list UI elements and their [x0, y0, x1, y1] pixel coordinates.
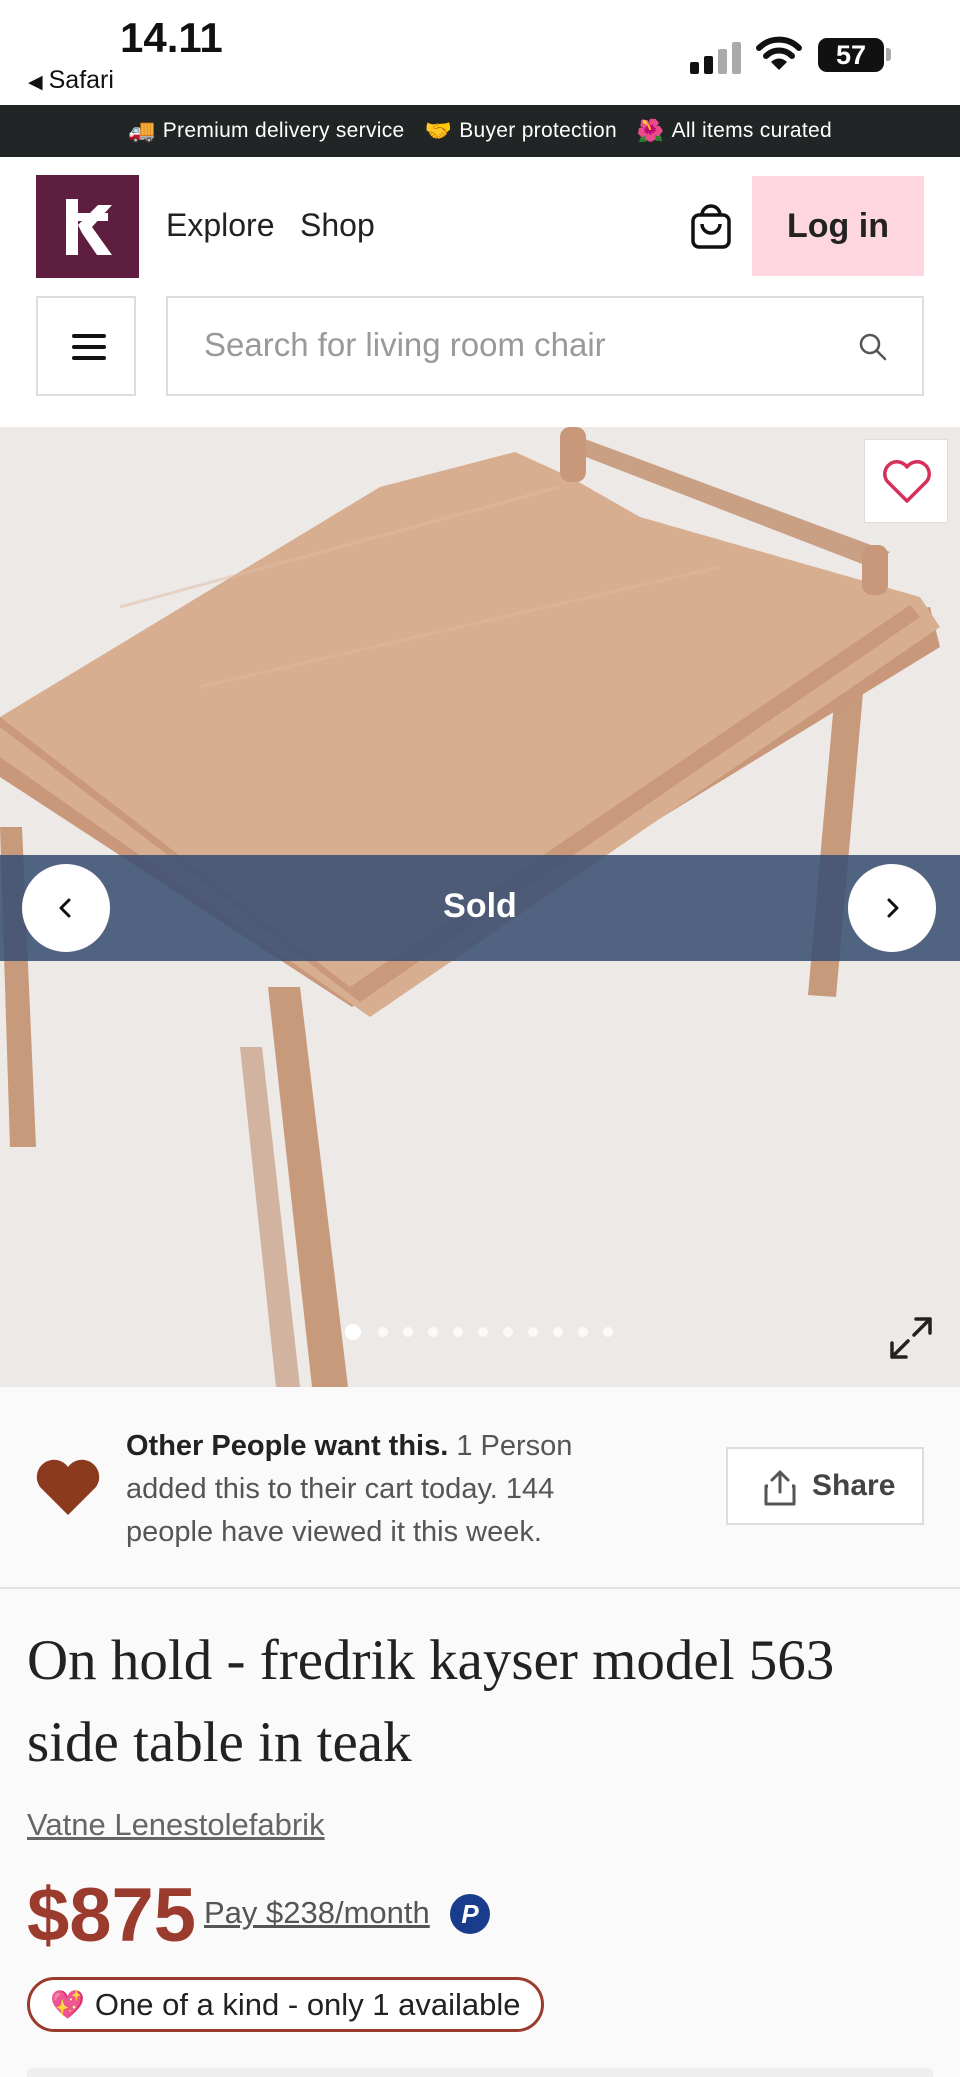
pagination-dot[interactable] — [428, 1327, 438, 1337]
search-placeholder: Search for living room chair — [204, 326, 606, 363]
brand-logo[interactable] — [36, 175, 139, 278]
promo-label: Premium delivery service — [162, 119, 405, 142]
social-proof-headline: Other People want this. — [126, 1430, 449, 1462]
logo-k-icon — [66, 199, 112, 255]
promo-label: Buyer protection — [459, 119, 617, 142]
pagination-dot[interactable] — [403, 1327, 413, 1337]
shopping-bag-icon[interactable] — [688, 201, 734, 251]
product-gallery[interactable]: Sold — [0, 427, 960, 1387]
share-icon — [764, 1470, 796, 1506]
flower-icon: 🌺 — [636, 118, 665, 143]
chevron-right-icon — [887, 898, 899, 918]
pagination-dot[interactable] — [528, 1327, 538, 1337]
product-title: On hold - fredrik kayser model 563 side … — [27, 1629, 835, 1774]
back-triangle-icon: ◀ — [28, 72, 43, 93]
promo-item-protection: 🤝 Buyer protection — [425, 118, 617, 144]
site-header: Explore Shop Log in Search for living ro… — [0, 157, 960, 428]
battery-tip — [886, 48, 891, 61]
login-button[interactable]: Log in — [752, 176, 924, 276]
handshake-icon: 🤝 — [424, 118, 453, 143]
chevron-left-icon — [59, 898, 71, 918]
status-time: 14.11 — [120, 14, 223, 61]
nav-shop[interactable]: Shop — [300, 207, 375, 244]
paypal-icon: P — [450, 1894, 490, 1934]
wifi-icon — [756, 36, 802, 70]
sold-banner: Sold — [0, 855, 960, 961]
heart-filled-icon — [36, 1459, 100, 1515]
pagination-dot[interactable] — [603, 1327, 613, 1337]
promo-bar: 🚚 Premium delivery service 🤝 Buyer protect… — [0, 105, 960, 157]
pagination-dot[interactable] — [578, 1327, 588, 1337]
social-proof-text: Other People want this. 1 Person added t… — [126, 1425, 636, 1554]
availability-badge: 💖 One of a kind - only 1 available — [27, 1977, 544, 2032]
menu-button[interactable] — [36, 296, 136, 396]
pagination-dot[interactable] — [453, 1327, 463, 1337]
next-section-edge — [27, 2068, 933, 2077]
product-price: $875 — [27, 1873, 197, 1958]
promo-item-curated: 🌺 All items curated — [637, 118, 832, 144]
truck-icon: 🚚 — [128, 118, 156, 143]
status-bar: 14.11 ◀ Safari 57 — [0, 0, 960, 105]
search-field[interactable]: Search for living room chair — [166, 296, 924, 396]
sparkling-heart-icon: 💖 — [50, 1989, 85, 2020]
pagination-dot[interactable] — [378, 1327, 388, 1337]
pagination-dot[interactable] — [345, 1324, 361, 1340]
cellular-signal-icon — [690, 40, 742, 74]
promo-item-delivery: 🚚 Premium delivery service — [128, 118, 404, 144]
heart-outline-icon — [883, 460, 931, 503]
favorite-button[interactable] — [864, 439, 948, 523]
installment-link[interactable]: Pay $238/month — [204, 1895, 430, 1931]
back-app-label: Safari — [48, 66, 114, 94]
pagination-dot[interactable] — [478, 1327, 488, 1337]
product-brand-link[interactable]: Vatne Lenestolefabrik — [27, 1807, 325, 1843]
next-image-button[interactable] — [848, 864, 936, 952]
share-label: Share — [812, 1469, 896, 1502]
search-icon[interactable] — [858, 332, 888, 362]
share-button[interactable]: Share — [726, 1447, 924, 1525]
pagination-dot[interactable] — [553, 1327, 563, 1337]
promo-label: All items curated — [671, 119, 832, 142]
previous-image-button[interactable] — [22, 864, 110, 952]
back-to-app[interactable]: ◀ Safari — [28, 66, 114, 95]
battery-icon: 57 — [818, 38, 884, 72]
expand-icon[interactable] — [886, 1313, 936, 1363]
nav-explore[interactable]: Explore — [166, 207, 275, 244]
availability-label: One of a kind - only 1 available — [94, 1986, 521, 2022]
sold-label: Sold — [443, 887, 517, 925]
pagination-dot[interactable] — [503, 1327, 513, 1337]
social-proof: Other People want this. 1 Person added t… — [0, 1387, 960, 1589]
